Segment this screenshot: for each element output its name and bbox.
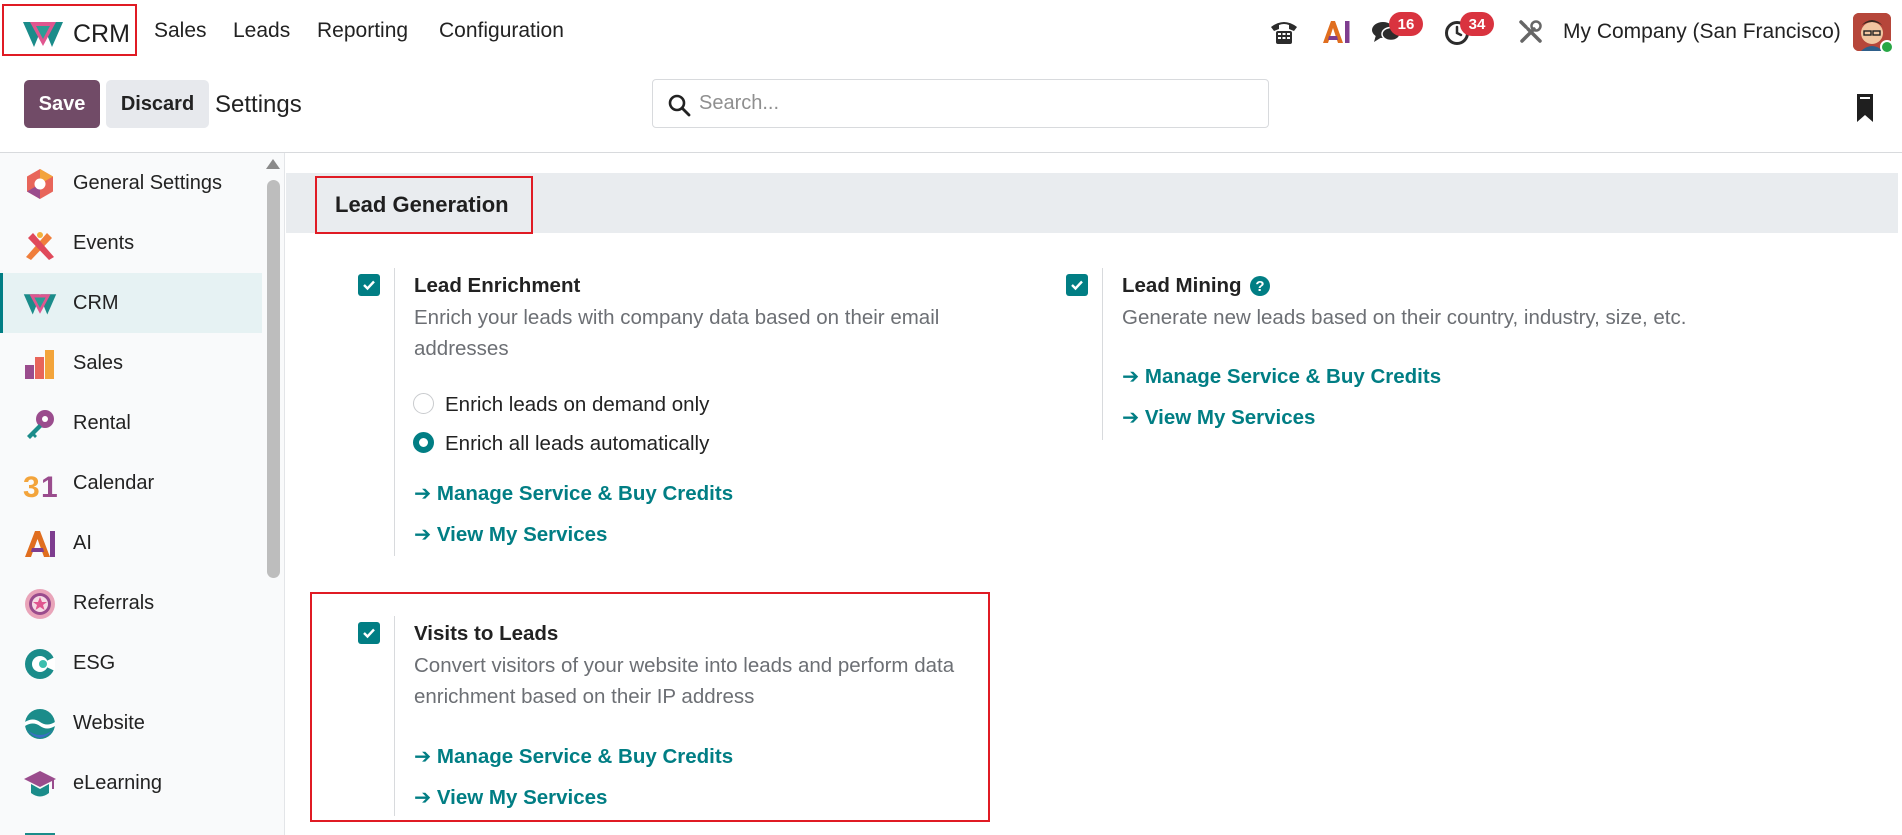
visits-to-leads-description-cont: enrichment based on their IP address [414,685,755,708]
search-icon [668,94,691,117]
sidebar-item-esg[interactable]: ESG [0,633,262,693]
scroll-up-arrow-icon[interactable] [266,159,280,169]
sidebar-item-referrals[interactable]: Referrals [0,573,262,633]
lead-enrichment-view-services-link[interactable]: ➔ View My Services [414,522,607,547]
setting-divider [1102,268,1103,440]
help-question-icon[interactable]: ? [1250,276,1270,296]
save-button[interactable]: Save [24,80,100,128]
section-title: Lead Generation [335,192,509,217]
calendar-icon: 3 1 [23,471,57,501]
top-navbar: CRM Sales Leads Reporting Configuration … [0,0,1902,66]
sidebar-item-sales[interactable]: Sales [0,333,262,393]
ai-app-icon [25,531,55,557]
crm-logo-icon [23,22,63,47]
lead-mining-description: Generate new leads based on their countr… [1122,306,1687,329]
sidebar-item-label: Events [73,231,135,254]
lead-mining-checkbox[interactable] [1066,274,1088,296]
events-icon [26,232,54,260]
setting-divider [394,616,395,816]
app-name: CRM [73,20,130,48]
menu-reporting[interactable]: Reporting [317,19,408,43]
lead-mining-title: Lead Mining [1122,274,1242,297]
settings-sidebar: General Settings Events CRM Sales Rental… [0,153,285,835]
online-status-dot [1880,40,1894,54]
discard-button[interactable]: Discard [106,80,209,128]
company-switcher[interactable]: My Company (San Francisco) [1563,20,1841,44]
lead-enrichment-title: Lead Enrichment [414,274,581,297]
sidebar-item-label: CRM [73,291,119,314]
visits-to-leads-description: Convert visitors of your website into le… [414,654,955,677]
radio-enrich-on-demand-label[interactable]: Enrich leads on demand only [445,393,709,417]
activities-badge: 34 [1460,12,1494,36]
sidebar-item-website[interactable]: Website [0,693,262,753]
sidebar-scrollbar-thumb[interactable] [267,180,280,578]
elearning-icon [24,771,56,797]
crm-icon [23,294,57,315]
sidebar-item-label: eLearning [73,771,162,794]
search-box[interactable] [652,79,1269,128]
check-icon [363,280,375,291]
page-title: Settings [215,91,302,118]
radio-enrich-automatically[interactable] [413,432,434,453]
lead-mining-manage-credits-link[interactable]: ➔ Manage Service & Buy Credits [1122,364,1441,389]
sidebar-item-partial[interactable] [0,813,262,835]
sidebar-item-label: Rental [73,411,131,434]
website-icon [25,709,55,739]
lead-enrichment-description-cont: addresses [414,337,509,360]
sidebar-item-label: Referrals [73,591,155,614]
lead-mining-view-services-link[interactable]: ➔ View My Services [1122,405,1315,430]
sidebar-item-label: Sales [73,351,124,374]
sidebar-item-ai[interactable]: AI [0,513,262,573]
visits-manage-credits-link[interactable]: ➔ Manage Service & Buy Credits [414,744,733,769]
lead-enrichment-checkbox[interactable] [358,274,380,296]
svg-text:1: 1 [41,471,57,501]
sidebar-item-rental[interactable]: Rental [0,393,262,453]
sidebar-item-general-settings[interactable]: General Settings [0,153,262,213]
debug-tools-icon[interactable] [1515,16,1547,48]
radio-enrich-automatically-label[interactable]: Enrich all leads automatically [445,432,709,456]
setting-divider [394,268,395,556]
radio-enrich-on-demand[interactable] [413,393,434,414]
sidebar-item-calendar[interactable]: 3 1 Calendar [0,453,262,513]
svg-text:3: 3 [23,471,40,501]
sidebar-item-label: AI [73,531,92,554]
messages-badge: 16 [1389,12,1423,36]
menu-leads[interactable]: Leads [233,19,290,43]
sidebar-item-label: Website [73,711,145,734]
search-input[interactable] [699,80,1259,127]
menu-configuration[interactable]: Configuration [439,19,564,43]
visits-to-leads-title: Visits to Leads [414,622,559,645]
bookmark-icon[interactable] [1856,94,1874,122]
visits-view-services-link[interactable]: ➔ View My Services [414,785,607,810]
lead-enrichment-manage-credits-link[interactable]: ➔ Manage Service & Buy Credits [414,481,733,506]
general-settings-icon [27,169,53,199]
lead-enrichment-description: Enrich your leads with company data base… [414,306,940,329]
phone-icon[interactable] [1268,16,1300,48]
app-icon [25,833,55,835]
esg-icon [25,649,55,679]
toolbar-divider [0,152,1902,153]
sidebar-item-events[interactable]: Events [0,213,262,273]
check-icon [363,628,375,639]
menu-sales[interactable]: Sales [154,19,207,43]
sidebar-item-elearning[interactable]: eLearning [0,753,262,813]
app-brand[interactable]: CRM [2,4,137,56]
rental-icon [27,410,54,439]
sidebar-item-label: ESG [73,651,116,674]
visits-to-leads-checkbox[interactable] [358,622,380,644]
sidebar-item-label: Calendar [73,471,155,494]
sidebar-item-crm[interactable]: CRM [0,273,262,333]
user-avatar[interactable] [1853,13,1894,54]
sidebar-item-label: General Settings [73,171,222,194]
sales-icon [25,350,54,379]
ai-icon[interactable] [1320,16,1352,48]
referrals-icon [25,589,55,619]
check-icon [1071,280,1083,291]
